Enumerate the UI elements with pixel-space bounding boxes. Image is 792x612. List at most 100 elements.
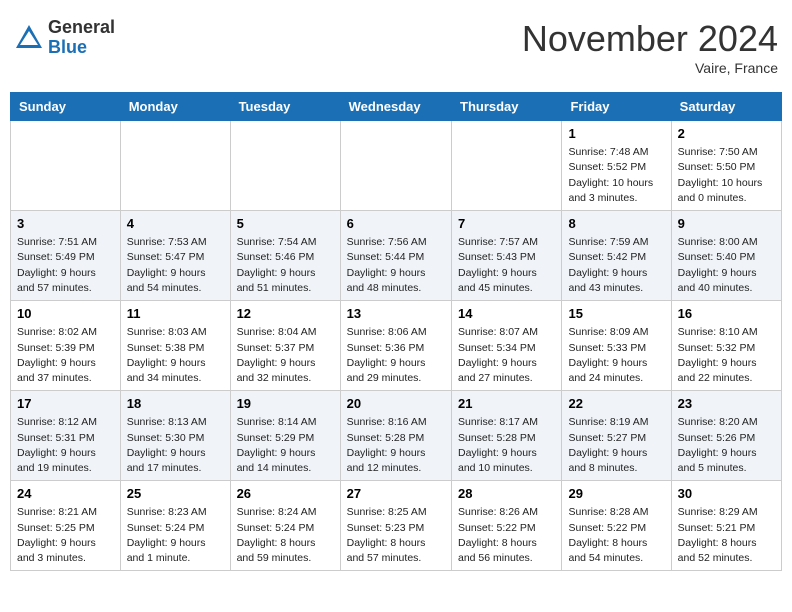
day-info: Sunrise: 8:02 AM Sunset: 5:39 PM Dayligh… <box>17 325 114 386</box>
logo-text: General Blue <box>48 18 115 58</box>
table-row: 4 Sunrise: 7:53 AM Sunset: 5:47 PM Daylig… <box>120 211 230 301</box>
day-number: 9 <box>678 215 775 233</box>
day-info: Sunrise: 7:51 AM Sunset: 5:49 PM Dayligh… <box>17 235 114 296</box>
day-info: Sunrise: 8:12 AM Sunset: 5:31 PM Dayligh… <box>17 415 114 476</box>
day-number: 15 <box>568 305 664 323</box>
page-header: General Blue November 2024 Vaire, France <box>10 10 782 84</box>
col-monday: Monday <box>120 93 230 121</box>
table-row <box>230 121 340 211</box>
day-info: Sunrise: 7:50 AM Sunset: 5:50 PM Dayligh… <box>678 145 775 206</box>
col-saturday: Saturday <box>671 93 781 121</box>
table-row: 28 Sunrise: 8:26 AM Sunset: 5:22 PM Dayli… <box>452 481 562 571</box>
table-row: 17 Sunrise: 8:12 AM Sunset: 5:31 PM Dayli… <box>11 391 121 481</box>
day-info: Sunrise: 7:48 AM Sunset: 5:52 PM Dayligh… <box>568 145 664 206</box>
day-number: 2 <box>678 125 775 143</box>
day-number: 11 <box>127 305 224 323</box>
table-row: 9 Sunrise: 8:00 AM Sunset: 5:40 PM Daylig… <box>671 211 781 301</box>
day-number: 19 <box>237 395 334 413</box>
day-info: Sunrise: 8:29 AM Sunset: 5:21 PM Dayligh… <box>678 505 775 566</box>
day-info: Sunrise: 8:14 AM Sunset: 5:29 PM Dayligh… <box>237 415 334 476</box>
day-info: Sunrise: 7:56 AM Sunset: 5:44 PM Dayligh… <box>347 235 445 296</box>
day-info: Sunrise: 8:16 AM Sunset: 5:28 PM Dayligh… <box>347 415 445 476</box>
table-row: 20Sunrise: 8:16 AM Sunset: 5:28 PM Dayli… <box>340 391 451 481</box>
table-row: 12 Sunrise: 8:04 AM Sunset: 5:37 PM Dayli… <box>230 301 340 391</box>
month-title: November 2024 <box>522 18 778 60</box>
day-info: Sunrise: 7:59 AM Sunset: 5:42 PM Dayligh… <box>568 235 664 296</box>
table-row: 14 Sunrise: 8:07 AM Sunset: 5:34 PM Dayli… <box>452 301 562 391</box>
day-info: Sunrise: 8:06 AM Sunset: 5:36 PM Dayligh… <box>347 325 445 386</box>
col-thursday: Thursday <box>452 93 562 121</box>
day-number: 21 <box>458 395 555 413</box>
day-info: Sunrise: 7:57 AM Sunset: 5:43 PM Dayligh… <box>458 235 555 296</box>
table-row <box>120 121 230 211</box>
day-number: 30 <box>678 485 775 503</box>
table-row: 15Sunrise: 8:09 AM Sunset: 5:33 PM Dayli… <box>562 301 671 391</box>
table-row: 23Sunrise: 8:20 AM Sunset: 5:26 PM Dayli… <box>671 391 781 481</box>
location: Vaire, France <box>522 60 778 76</box>
day-number: 24 <box>17 485 114 503</box>
day-info: Sunrise: 8:03 AM Sunset: 5:38 PM Dayligh… <box>127 325 224 386</box>
table-row: 7 Sunrise: 7:57 AM Sunset: 5:43 PM Daylig… <box>452 211 562 301</box>
table-row: 3 Sunrise: 7:51 AM Sunset: 5:49 PM Daylig… <box>11 211 121 301</box>
day-info: Sunrise: 8:19 AM Sunset: 5:27 PM Dayligh… <box>568 415 664 476</box>
day-number: 4 <box>127 215 224 233</box>
day-number: 6 <box>347 215 445 233</box>
day-number: 27 <box>347 485 445 503</box>
day-info: Sunrise: 8:26 AM Sunset: 5:22 PM Dayligh… <box>458 505 555 566</box>
day-info: Sunrise: 8:25 AM Sunset: 5:23 PM Dayligh… <box>347 505 445 566</box>
day-number: 3 <box>17 215 114 233</box>
day-info: Sunrise: 7:53 AM Sunset: 5:47 PM Dayligh… <box>127 235 224 296</box>
table-row: 24Sunrise: 8:21 AM Sunset: 5:25 PM Dayli… <box>11 481 121 571</box>
calendar-table: Sunday Monday Tuesday Wednesday Thursday… <box>10 92 782 571</box>
table-row: 29Sunrise: 8:28 AM Sunset: 5:22 PM Dayli… <box>562 481 671 571</box>
day-number: 25 <box>127 485 224 503</box>
table-row: 30 Sunrise: 8:29 AM Sunset: 5:21 PM Dayli… <box>671 481 781 571</box>
table-row: 18 Sunrise: 8:13 AM Sunset: 5:30 PM Dayli… <box>120 391 230 481</box>
col-wednesday: Wednesday <box>340 93 451 121</box>
day-number: 28 <box>458 485 555 503</box>
table-row: 10 Sunrise: 8:02 AM Sunset: 5:39 PM Dayli… <box>11 301 121 391</box>
day-info: Sunrise: 8:07 AM Sunset: 5:34 PM Dayligh… <box>458 325 555 386</box>
day-info: Sunrise: 8:20 AM Sunset: 5:26 PM Dayligh… <box>678 415 775 476</box>
day-info: Sunrise: 8:04 AM Sunset: 5:37 PM Dayligh… <box>237 325 334 386</box>
table-row: 27 Sunrise: 8:25 AM Sunset: 5:23 PM Dayli… <box>340 481 451 571</box>
day-number: 10 <box>17 305 114 323</box>
table-row: 1 Sunrise: 7:48 AM Sunset: 5:52 PM Daylig… <box>562 121 671 211</box>
table-row: 8 Sunrise: 7:59 AM Sunset: 5:42 PM Daylig… <box>562 211 671 301</box>
table-row <box>340 121 451 211</box>
col-friday: Friday <box>562 93 671 121</box>
day-number: 17 <box>17 395 114 413</box>
day-info: Sunrise: 8:13 AM Sunset: 5:30 PM Dayligh… <box>127 415 224 476</box>
day-number: 22 <box>568 395 664 413</box>
col-tuesday: Tuesday <box>230 93 340 121</box>
day-info: Sunrise: 8:00 AM Sunset: 5:40 PM Dayligh… <box>678 235 775 296</box>
day-info: Sunrise: 7:54 AM Sunset: 5:46 PM Dayligh… <box>237 235 334 296</box>
day-info: Sunrise: 8:28 AM Sunset: 5:22 PM Dayligh… <box>568 505 664 566</box>
table-row <box>452 121 562 211</box>
day-number: 18 <box>127 395 224 413</box>
calendar-week-row: 3 Sunrise: 7:51 AM Sunset: 5:49 PM Daylig… <box>11 211 782 301</box>
day-number: 8 <box>568 215 664 233</box>
day-info: Sunrise: 8:24 AM Sunset: 5:24 PM Dayligh… <box>237 505 334 566</box>
calendar-week-row: 17 Sunrise: 8:12 AM Sunset: 5:31 PM Dayli… <box>11 391 782 481</box>
day-number: 16 <box>678 305 775 323</box>
calendar-week-row: 10 Sunrise: 8:02 AM Sunset: 5:39 PM Dayli… <box>11 301 782 391</box>
table-row: 5Sunrise: 7:54 AM Sunset: 5:46 PM Daylig… <box>230 211 340 301</box>
calendar-week-row: 24Sunrise: 8:21 AM Sunset: 5:25 PM Dayli… <box>11 481 782 571</box>
day-number: 26 <box>237 485 334 503</box>
day-info: Sunrise: 8:10 AM Sunset: 5:32 PM Dayligh… <box>678 325 775 386</box>
day-number: 7 <box>458 215 555 233</box>
calendar-week-row: 1 Sunrise: 7:48 AM Sunset: 5:52 PM Daylig… <box>11 121 782 211</box>
table-row <box>11 121 121 211</box>
table-row: 2 Sunrise: 7:50 AM Sunset: 5:50 PM Daylig… <box>671 121 781 211</box>
day-info: Sunrise: 8:17 AM Sunset: 5:28 PM Dayligh… <box>458 415 555 476</box>
title-block: November 2024 Vaire, France <box>522 18 778 76</box>
logo: General Blue <box>14 18 115 58</box>
table-row: 11 Sunrise: 8:03 AM Sunset: 5:38 PM Dayli… <box>120 301 230 391</box>
day-number: 12 <box>237 305 334 323</box>
day-number: 1 <box>568 125 664 143</box>
day-info: Sunrise: 8:23 AM Sunset: 5:24 PM Dayligh… <box>127 505 224 566</box>
day-number: 14 <box>458 305 555 323</box>
logo-general: General <box>48 18 115 38</box>
table-row: 21 Sunrise: 8:17 AM Sunset: 5:28 PM Dayli… <box>452 391 562 481</box>
